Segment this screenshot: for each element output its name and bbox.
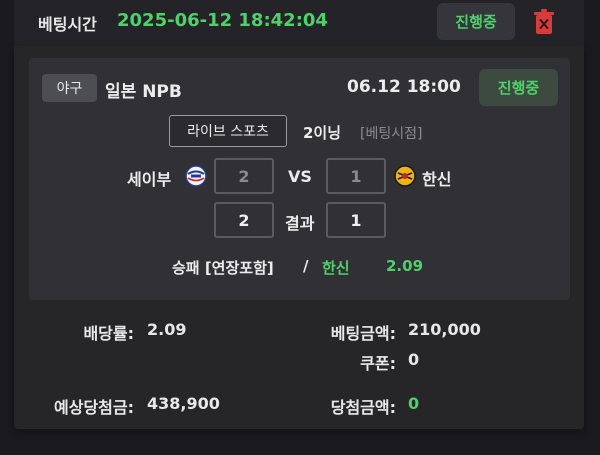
picked-odds: 2.09 [386, 257, 424, 275]
sport-badge: 야구 [42, 74, 97, 102]
coupon-label: 쿠폰: [360, 354, 396, 373]
tigers-logo-icon [394, 165, 416, 187]
bet-amount-value: 210,000 [408, 320, 481, 339]
live-sports-button[interactable]: 라이브 스포츠 [169, 115, 287, 147]
bet-market: 승패 [연장포함] [172, 259, 274, 277]
bet-score-away: 1 [326, 158, 386, 194]
coupon-value: 0 [408, 350, 420, 369]
bet-time-label: 베팅시간 [38, 15, 97, 34]
league-name: 일본 NPB [105, 82, 182, 102]
bet-score-home: 2 [214, 158, 274, 194]
result-score-home: 2 [214, 202, 274, 238]
odds-value: 2.09 [147, 320, 187, 339]
vs-label: VS [288, 167, 312, 186]
bet-amount-label: 베팅금액: [330, 324, 396, 343]
expected-win-label: 예상당첨금: [54, 398, 134, 417]
expected-win-value: 438,900 [147, 394, 220, 413]
win-amount-label: 당첨금액: [330, 398, 396, 417]
game-status-button[interactable]: 진행중 [479, 69, 558, 106]
bet-time-value: 2025-06-12 18:42:04 [117, 10, 328, 31]
market-separator: / [303, 257, 309, 275]
bet-status-button[interactable]: 진행중 [437, 3, 515, 40]
game-time: 06.12 18:00 [347, 77, 461, 97]
odds-label: 배당률: [83, 324, 134, 343]
inning-label: 2이닝 [303, 124, 342, 142]
bet-point-label: [베팅시점] [360, 126, 423, 142]
away-team-name: 한신 [422, 170, 452, 189]
lions-logo-icon [185, 165, 207, 187]
win-amount-value: 0 [408, 394, 420, 413]
picked-team: 한신 [322, 259, 350, 277]
home-team-name: 세이부 [127, 170, 172, 189]
result-score-away: 1 [326, 202, 386, 238]
result-label: 결과 [285, 214, 315, 233]
trash-icon[interactable] [533, 9, 555, 35]
